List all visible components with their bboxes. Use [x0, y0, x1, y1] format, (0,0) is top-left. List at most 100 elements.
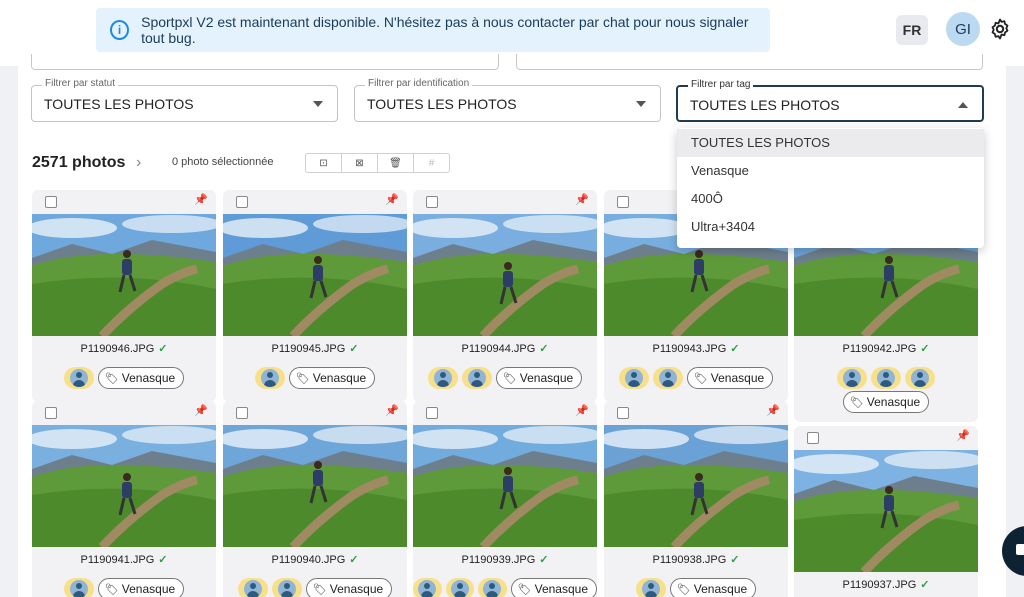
photo-card[interactable]: 📌 P1190940.JPG ✓ 🏷 Venasque: [223, 401, 407, 597]
status-filter-label: Filtrer par statut: [42, 78, 119, 89]
person-badge[interactable]: [461, 367, 492, 389]
photo-card[interactable]: 📌 P1190939.JPG ✓ 🏷 Venasque: [413, 401, 597, 597]
tag-filter-select[interactable]: Filtrer par tag TOUTES LES PHOTOS: [676, 79, 984, 122]
photo-card[interactable]: 📌 P1190941.JPG ✓ 🏷 Venasque: [32, 401, 216, 597]
person-badge[interactable]: [413, 578, 442, 597]
tag-chip[interactable]: 🏷 Venasque: [686, 367, 774, 389]
photo-thumbnail[interactable]: [32, 214, 216, 336]
photo-checkbox[interactable]: [617, 407, 629, 419]
person-badge[interactable]: [63, 367, 94, 389]
person-icon: [260, 369, 279, 387]
person-badge[interactable]: [445, 578, 475, 597]
photo-card[interactable]: 📌 P1190938.JPG ✓ 🏷 Venasque: [604, 401, 788, 597]
person-badge[interactable]: [871, 367, 901, 389]
menu-option-all[interactable]: TOUTES LES PHOTOS: [677, 129, 984, 157]
badge-row: 🏷 Venasque: [604, 367, 788, 389]
photo-thumbnail[interactable]: [223, 425, 407, 547]
tag-chip[interactable]: 🏷 Venasque: [842, 391, 930, 413]
tag-filter-menu: TOUTES LES PHOTOS Venasque 400Ô Ultra+34…: [677, 128, 984, 248]
hash-icon[interactable]: #: [414, 154, 449, 172]
photo-card[interactable]: 📌 P1190946.JPG ✓ 🏷 Venasque: [32, 190, 216, 402]
photo-thumbnail[interactable]: [413, 214, 597, 336]
photo-checkbox[interactable]: [236, 407, 248, 419]
filename-text: P1190943.JPG: [652, 343, 727, 355]
pin-icon[interactable]: 📌: [385, 404, 399, 417]
tag-chip[interactable]: 🏷 Venasque: [97, 578, 185, 597]
photo-checkbox[interactable]: [426, 407, 438, 419]
person-icon: [277, 580, 296, 597]
pin-icon[interactable]: 📌: [575, 404, 589, 417]
check-icon: ✓: [920, 343, 930, 355]
pin-icon[interactable]: 📌: [194, 193, 208, 206]
person-icon: [69, 580, 88, 597]
select-all-icon[interactable]: ⊡: [306, 154, 342, 172]
filename-text: P1190946.JPG: [80, 343, 155, 355]
photo-count: 2571 photos: [32, 154, 126, 171]
pin-icon[interactable]: 📌: [956, 429, 970, 442]
badge-row: 🏷 Venasque: [413, 367, 597, 389]
person-badge[interactable]: [427, 367, 458, 389]
person-badge[interactable]: [237, 578, 268, 597]
photo-thumbnail[interactable]: [604, 425, 788, 547]
search-field-stub[interactable]: [516, 54, 983, 70]
menu-option-venasque[interactable]: Venasque: [677, 157, 984, 185]
person-badge[interactable]: [905, 367, 935, 389]
photo-checkbox[interactable]: [617, 196, 629, 208]
photo-card[interactable]: 📌 P1190937.JPG ✓: [794, 426, 978, 597]
tag-chip[interactable]: 🏷 Venasque: [669, 578, 757, 597]
photo-filename: P1190944.JPG ✓: [413, 342, 597, 355]
identification-filter-select[interactable]: Filtrer par identification TOUTES LES PH…: [354, 78, 661, 122]
person-badge[interactable]: [63, 578, 94, 597]
person-icon: [483, 580, 502, 597]
filename-text: P1190941.JPG: [80, 554, 155, 566]
tag-chip[interactable]: 🏷 Venasque: [510, 578, 597, 597]
status-filter-select[interactable]: Filtrer par statut TOUTES LES PHOTOS: [31, 78, 338, 122]
person-badge[interactable]: [478, 578, 507, 597]
tag-chip[interactable]: 🏷 Venasque: [495, 367, 583, 389]
deselect-all-icon[interactable]: ⊠: [342, 154, 378, 172]
pin-icon[interactable]: 📌: [194, 404, 208, 417]
gear-icon[interactable]: [988, 17, 1012, 41]
person-badge[interactable]: [254, 367, 285, 389]
tag-label: Venasque: [121, 371, 176, 385]
photo-filename: P1190942.JPG ✓: [794, 342, 978, 355]
person-badge[interactable]: [635, 578, 666, 597]
person-badge[interactable]: [618, 367, 649, 389]
language-button[interactable]: FR: [896, 15, 928, 45]
pin-icon[interactable]: 📌: [385, 193, 399, 206]
person-badge[interactable]: [837, 367, 867, 389]
check-icon: ✓: [539, 554, 549, 566]
selection-toolbar: ⊡ ⊠ 🗑 #: [305, 153, 450, 173]
pin-icon[interactable]: 📌: [575, 193, 589, 206]
photo-thumbnail[interactable]: [32, 425, 216, 547]
photo-card[interactable]: 📌 P1190945.JPG ✓ 🏷 Venasque: [223, 190, 407, 402]
photo-checkbox[interactable]: [45, 407, 57, 419]
person-badge[interactable]: [271, 578, 302, 597]
tag-chip[interactable]: 🏷 Venasque: [97, 367, 185, 389]
badge-row: 🏷 Venasque: [413, 578, 597, 597]
check-icon: ✓: [349, 554, 359, 566]
chevron-right-icon[interactable]: ›: [136, 154, 141, 172]
tag-chip[interactable]: 🏷 Venasque: [288, 367, 376, 389]
tag-chip[interactable]: 🏷 Venasque: [305, 578, 393, 597]
photo-checkbox[interactable]: [426, 196, 438, 208]
photo-checkbox[interactable]: [807, 432, 819, 444]
trash-icon[interactable]: 🗑: [378, 154, 414, 172]
photo-filename: P1190946.JPG ✓: [32, 342, 216, 355]
menu-option-400[interactable]: 400Ô: [677, 185, 984, 213]
check-icon: ✓: [158, 554, 168, 566]
search-field-stub[interactable]: [31, 54, 499, 70]
menu-option-ultra[interactable]: Ultra+3404: [677, 213, 984, 241]
photo-checkbox[interactable]: [236, 196, 248, 208]
person-badge[interactable]: [652, 367, 683, 389]
pin-icon[interactable]: 📌: [766, 404, 780, 417]
photo-thumbnail[interactable]: [413, 425, 597, 547]
user-avatar[interactable]: GI: [946, 12, 980, 46]
tag-icon: 🏷: [676, 583, 691, 596]
photo-thumbnail[interactable]: [794, 450, 978, 572]
photo-thumbnail[interactable]: [223, 214, 407, 336]
photo-checkbox[interactable]: [45, 196, 57, 208]
photo-card[interactable]: 📌 P1190944.JPG ✓ 🏷 Venasque: [413, 190, 597, 402]
identification-filter-label: Filtrer par identification: [365, 78, 473, 89]
chevron-down-icon: [313, 101, 323, 107]
